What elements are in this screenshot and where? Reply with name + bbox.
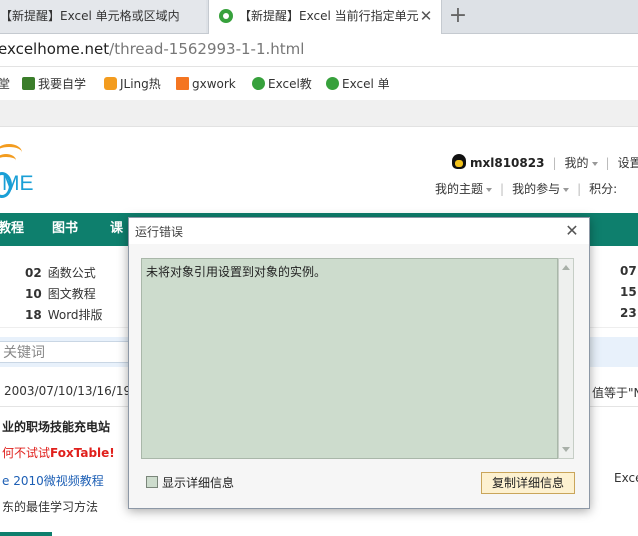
runtime-error-dialog: 运行错误 ✕ 未将对象引用设置到对象的实例。 显示详细信息 复制详细信息	[128, 217, 590, 509]
browser-tab-1[interactable]: 【新提醒】Excel 单元格或区域内	[0, 0, 206, 33]
url-host: excelhome.net	[0, 40, 110, 58]
bookmark-5-label: Excel 单	[342, 77, 390, 91]
bookmark-2-label: JLing热	[120, 77, 161, 91]
excel-link[interactable]: Excel	[614, 471, 638, 485]
category-label: 函数公式	[47, 266, 96, 280]
bookmark-0[interactable]: 堂	[0, 76, 10, 92]
qq-penguin-icon	[452, 154, 466, 169]
category-label: 图文教程	[47, 287, 96, 301]
category-number-right[interactable]: 15	[620, 285, 638, 299]
url-text[interactable]: excelhome.net/thread-1562993-1-1.html	[0, 40, 304, 58]
dialog-title: 运行错误	[135, 225, 184, 239]
dialog-body: 未将对象引用设置到对象的实例。	[129, 244, 589, 508]
bookmark-1[interactable]: 我要自学	[22, 76, 86, 92]
points-label: 积分:	[589, 182, 618, 196]
bookmark-icon	[22, 77, 35, 90]
bookmark-3-label: gxwork	[192, 77, 236, 91]
scroll-down-icon[interactable]	[562, 447, 570, 452]
date-list: 2003/07/10/13/16/19	[4, 384, 132, 398]
tab-close-icon[interactable]: ✕	[419, 0, 433, 33]
divider: |	[605, 156, 610, 170]
category-link-functions[interactable]: 02 函数公式	[25, 264, 96, 281]
nav-item-courses[interactable]: 课	[110, 213, 123, 246]
category-number-right[interactable]: 07	[620, 264, 638, 278]
promo-link-video[interactable]: e 2010微视频教程	[2, 472, 104, 489]
category-number-right[interactable]: 23	[620, 306, 638, 320]
url-path: /thread-1562993-1-1.html	[109, 40, 305, 58]
browser-tab-2[interactable]: 【新提醒】Excel 当前行指定单元 ✕	[208, 0, 442, 34]
promo-link-career[interactable]: 业的职场技能充电站	[2, 418, 110, 435]
tab-2-title: 【新提醒】Excel 当前行指定单元	[239, 9, 419, 23]
error-message: 未将对象引用设置到对象的实例。	[146, 265, 327, 279]
promo-link-foxtable[interactable]: 何不试试FoxTable!	[2, 444, 115, 461]
search-input[interactable]: 关键词	[0, 341, 130, 363]
nav-item-tutorials[interactable]: 教程	[0, 213, 24, 246]
bookmark-1-label: 我要自学	[38, 77, 87, 91]
tab-1-title: 【新提醒】Excel 单元格或区域内	[0, 9, 180, 23]
my-menu[interactable]: 我的	[565, 156, 598, 170]
thread-title-fragment: 值等于"N	[592, 386, 638, 400]
site-logo[interactable]: ME	[0, 140, 60, 200]
settings-link[interactable]: 设置	[618, 156, 638, 170]
bookmarks-bar: 堂 我要自学 JLing热 gxwork Excel教 Excel 单	[0, 70, 638, 98]
green-button-stub	[0, 532, 52, 536]
chevron-down-icon	[591, 161, 598, 166]
user-subnav: 我的主题 | 我的参与 | 积分:	[435, 180, 617, 197]
my-topics-menu[interactable]: 我的主题	[435, 182, 493, 196]
category-number: 10	[25, 287, 42, 301]
category-number: 02	[25, 266, 42, 280]
nav-item-books[interactable]: 图书	[52, 213, 78, 246]
globe-icon	[326, 77, 339, 90]
divider: |	[500, 182, 505, 196]
copy-details-button[interactable]: 复制详细信息	[481, 472, 575, 494]
my-participation-menu[interactable]: 我的参与	[512, 182, 570, 196]
show-details-checkbox[interactable]	[146, 476, 158, 488]
user-bar: mxl810823|我的|设置|	[452, 154, 638, 171]
message-scrollbar[interactable]	[558, 258, 574, 459]
chevron-down-icon	[486, 187, 493, 192]
bookmark-2[interactable]: JLing热	[104, 76, 161, 92]
my-topics-label: 我的主题	[435, 182, 484, 196]
bookmark-0-label: 堂	[0, 77, 11, 91]
scroll-up-icon[interactable]	[562, 265, 570, 270]
category-link-illustrated[interactable]: 10 图文教程	[25, 285, 96, 302]
bookmark-5[interactable]: Excel 单	[326, 76, 390, 92]
new-tab-button[interactable]: +	[446, 2, 470, 30]
my-menu-label: 我的	[564, 156, 589, 170]
promo-text: 何不试试	[2, 446, 51, 460]
promo-brand: FoxTable!	[50, 446, 115, 460]
divider: |	[577, 182, 582, 196]
bookmark-4[interactable]: Excel教	[252, 76, 312, 92]
bookmark-icon	[176, 77, 189, 90]
dialog-close-button[interactable]: ✕	[561, 220, 583, 242]
promo-link-learning[interactable]: 东的最佳学习方法	[2, 498, 98, 515]
globe-icon	[252, 77, 265, 90]
bookmark-3[interactable]: gxwork	[176, 76, 236, 92]
logo-text: ME	[2, 172, 34, 195]
category-link-word[interactable]: 18 Word排版	[25, 306, 103, 323]
my-participation-label: 我的参与	[512, 182, 561, 196]
divider: |	[552, 156, 557, 170]
chevron-down-icon	[563, 187, 570, 192]
category-number: 18	[25, 308, 42, 322]
username[interactable]: mxl810823	[470, 156, 544, 170]
dialog-titlebar[interactable]: 运行错误 ✕	[129, 218, 589, 244]
error-message-box[interactable]: 未将对象引用设置到对象的实例。	[141, 258, 558, 459]
show-details-label[interactable]: 显示详细信息	[162, 474, 234, 491]
tab-bar: 【新提醒】Excel 单元格或区域内 【新提醒】Excel 当前行指定单元 ✕ …	[0, 0, 638, 34]
logo-arc	[0, 154, 16, 167]
bookmark-icon	[104, 77, 117, 90]
toolbar-band	[0, 100, 638, 127]
category-label: Word排版	[47, 308, 103, 322]
globe-icon	[219, 8, 233, 23]
bookmark-4-label: Excel教	[268, 77, 312, 91]
